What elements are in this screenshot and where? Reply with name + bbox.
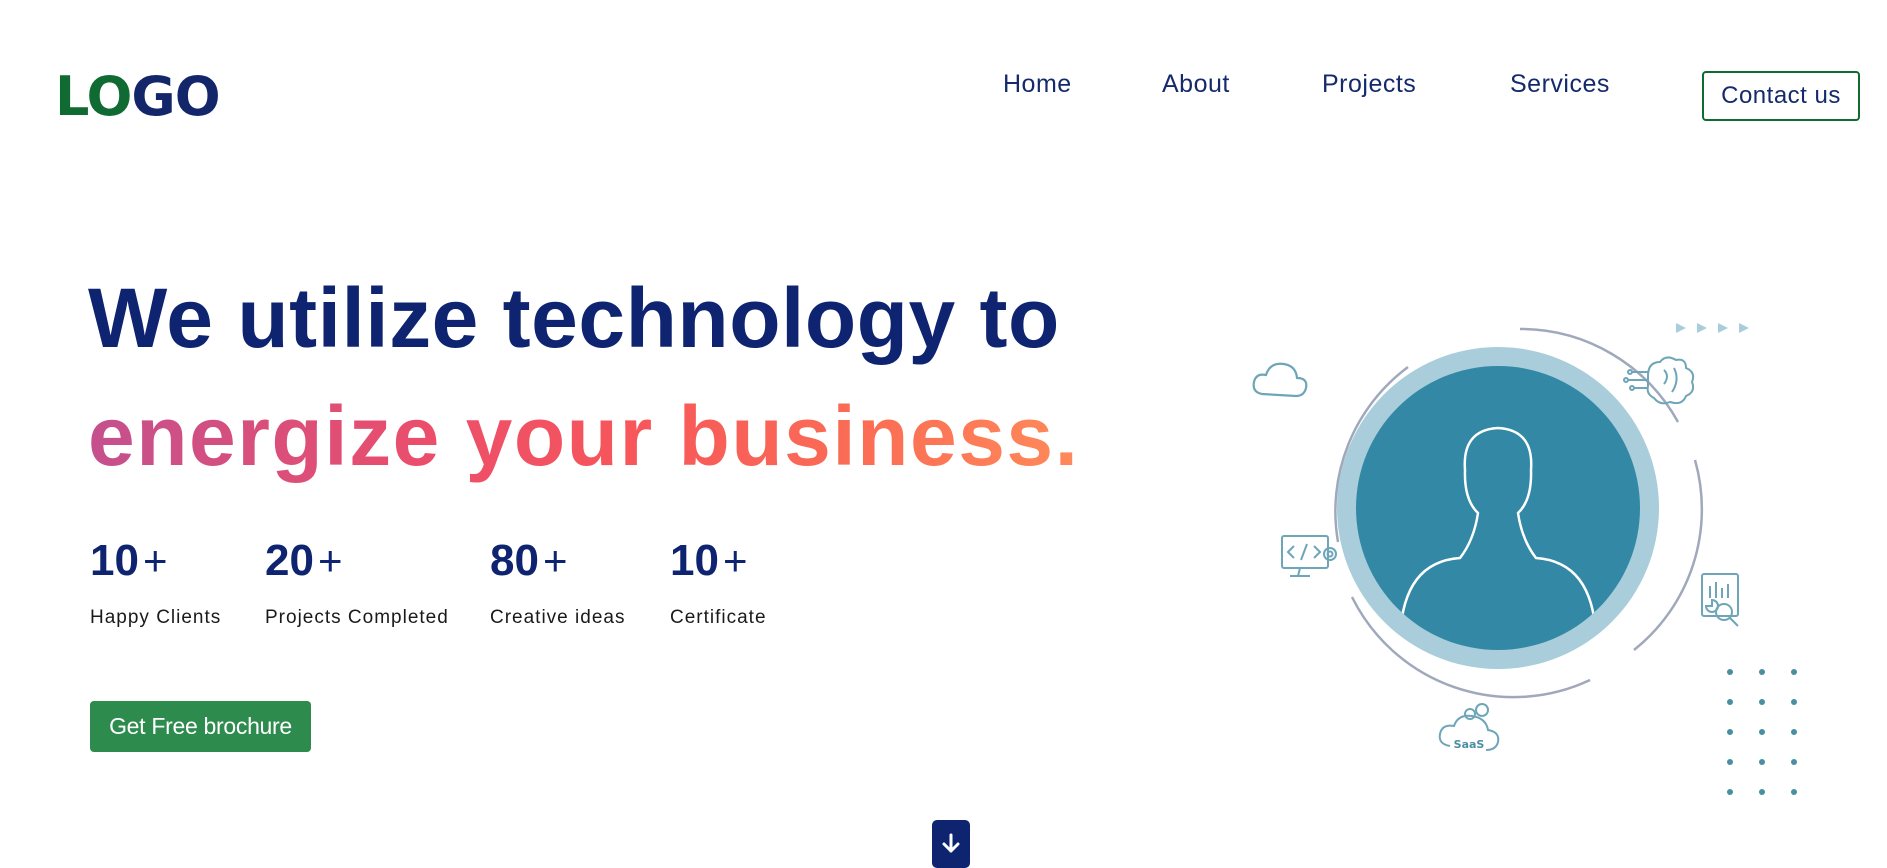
stat-number: 10+ xyxy=(670,536,748,585)
stat-label: Projects Completed xyxy=(265,607,449,628)
stat-number: 20+ xyxy=(265,536,343,585)
logo-part-green: LO xyxy=(55,65,132,128)
nav-projects[interactable]: Projects xyxy=(1322,70,1416,112)
get-free-brochure-button[interactable]: Get Free brochure xyxy=(90,701,311,752)
logo[interactable]: LOGO xyxy=(55,62,221,132)
stat-number: 80+ xyxy=(490,536,568,585)
nav-services[interactable]: Services xyxy=(1510,70,1610,112)
stat-projects-completed: 20+ Projects Completed xyxy=(265,535,449,629)
nav-about[interactable]: About xyxy=(1162,70,1230,112)
hero-heading-line2: energize your business. xyxy=(88,386,1079,486)
analytics-report-icon xyxy=(1701,573,1739,627)
plus-sign: + xyxy=(542,537,568,584)
contact-us-button[interactable]: Contact us xyxy=(1702,71,1860,121)
stat-label: Happy Clients xyxy=(90,607,222,628)
logo-part-navy: GO xyxy=(131,65,220,128)
cloud-icon xyxy=(1252,362,1308,398)
stat-number: 10+ xyxy=(90,536,168,585)
plus-sign: + xyxy=(142,537,168,584)
saas-cloud-icon: SaaS xyxy=(1438,703,1500,751)
stat-label: Creative ideas xyxy=(490,607,626,628)
scroll-down-button[interactable] xyxy=(932,820,970,868)
arrow-down-icon xyxy=(942,833,960,853)
stat-creative-ideas: 80+ Creative ideas xyxy=(490,535,625,629)
avatar-circle xyxy=(1356,366,1640,650)
hero-heading-line1: We utilize technology to xyxy=(88,271,1060,365)
plus-sign: + xyxy=(317,537,343,584)
stat-label: Certificate xyxy=(670,607,767,628)
ai-brain-icon xyxy=(1623,356,1695,405)
nav-home[interactable]: Home xyxy=(1003,70,1072,112)
stat-happy-clients: 10+ Happy Clients xyxy=(90,535,221,629)
plus-sign: + xyxy=(722,537,748,584)
code-monitor-icon xyxy=(1281,535,1337,577)
dots-grid-decoration xyxy=(1727,669,1797,795)
hero-illustration: SaaS xyxy=(1252,323,1797,795)
saas-label: SaaS xyxy=(1454,738,1485,751)
chevron-arrows-decoration xyxy=(1676,323,1749,333)
stat-certificate: 10+ Certificate xyxy=(670,535,767,629)
